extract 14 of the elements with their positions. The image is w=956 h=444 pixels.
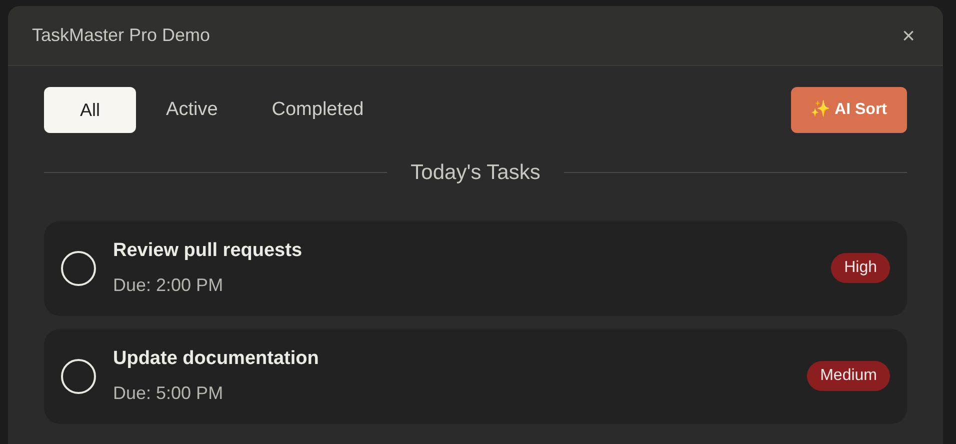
task-due: Due: 5:00 PM: [113, 382, 224, 405]
task-checkbox[interactable]: [61, 358, 96, 394]
filter-tab[interactable]: All: [44, 87, 136, 133]
task-due: Due: 2:00 PM: [113, 274, 224, 297]
task-title: Update documentation: [113, 347, 319, 372]
priority-badge: High: [831, 253, 890, 283]
task-checkbox[interactable]: [61, 250, 96, 286]
filter-tab[interactable]: Active: [142, 87, 242, 133]
section-title: Today's Tasks: [410, 160, 540, 186]
priority-badge: Medium: [807, 361, 890, 391]
close-button[interactable]: ×: [898, 24, 919, 46]
task-title: Review pull requests: [113, 239, 302, 264]
window-title: TaskMaster Pro Demo: [32, 24, 210, 47]
filter-tab[interactable]: Completed: [248, 87, 388, 133]
